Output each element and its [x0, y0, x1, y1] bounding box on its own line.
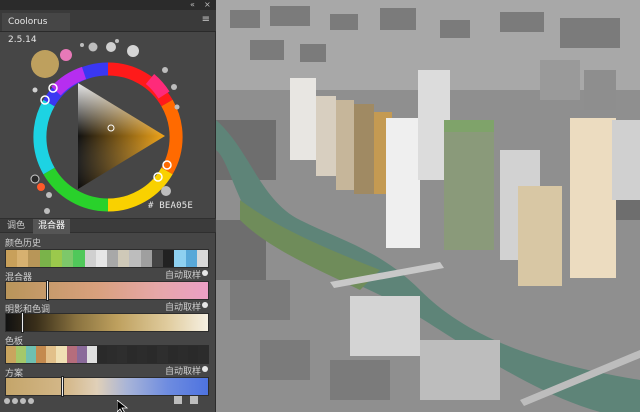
palette-swatch[interactable]: [187, 346, 198, 363]
tab-swatches[interactable]: 调色: [2, 219, 30, 234]
history-swatch[interactable]: [118, 250, 130, 267]
saturation-value-triangle[interactable]: [78, 83, 165, 189]
palette-swatch[interactable]: [16, 346, 27, 363]
mixer-marker[interactable]: [46, 280, 49, 301]
palette-swatch[interactable]: [197, 346, 208, 363]
tab-mixer[interactable]: 混合器: [33, 219, 71, 234]
history-swatch[interactable]: [95, 250, 107, 267]
palette-strip[interactable]: [5, 345, 209, 364]
palette-swatch[interactable]: [36, 346, 47, 363]
palette-swatch[interactable]: [106, 346, 118, 363]
panel-title[interactable]: Coolorus 2.5.14: [2, 13, 70, 45]
palette-swatch[interactable]: [76, 346, 87, 363]
history-swatch[interactable]: [50, 250, 63, 267]
shades-marker[interactable]: [21, 312, 24, 333]
mixer-gradient[interactable]: [5, 281, 209, 300]
history-swatch[interactable]: [174, 250, 186, 267]
dot-icon-1[interactable]: [4, 398, 10, 404]
palette-swatch[interactable]: [6, 346, 17, 363]
palette-swatch[interactable]: [117, 346, 128, 363]
sun-icon: [32, 87, 38, 93]
shades-gradient[interactable]: [5, 313, 209, 332]
history-swatch[interactable]: [196, 250, 208, 267]
panel-menu-icon[interactable]: ≡: [202, 15, 210, 25]
fg-color-icon: [30, 174, 40, 184]
mode-tabs: 调色 混合器: [0, 218, 216, 234]
folder-icon[interactable]: [174, 396, 182, 404]
mode-icons[interactable]: [80, 39, 139, 57]
history-swatch[interactable]: [17, 250, 29, 267]
palette-swatch[interactable]: [66, 346, 77, 363]
color-history-label: 颜色历史: [5, 239, 42, 249]
side-icon-3: [174, 104, 180, 110]
history-swatch[interactable]: [140, 250, 152, 267]
palette-swatch[interactable]: [157, 346, 168, 363]
save-icon[interactable]: [190, 396, 198, 404]
history-swatch[interactable]: [73, 250, 85, 267]
shades-toggle[interactable]: [202, 302, 208, 308]
scheme-toggle[interactable]: [202, 366, 208, 372]
history-swatch[interactable]: [62, 250, 74, 267]
palette-swatch[interactable]: [86, 346, 97, 363]
history-swatch[interactable]: [185, 250, 197, 267]
screen: « × Coolorus 2.5.14 ≡ # BEA05E 调色 混合器 颜色…: [0, 0, 640, 412]
history-swatch[interactable]: [151, 250, 164, 267]
hex-value[interactable]: # BEA05E: [148, 201, 193, 211]
palette-swatch[interactable]: [177, 346, 188, 363]
palette-swatch[interactable]: [127, 346, 138, 363]
mixer-toggle[interactable]: [202, 270, 208, 276]
history-swatch[interactable]: [129, 250, 141, 267]
bottom-dots[interactable]: [4, 397, 36, 407]
lock-icon: [44, 208, 50, 214]
scheme-gradient[interactable]: [5, 377, 209, 396]
collapse-icon[interactable]: «: [190, 0, 195, 10]
dot-icon-3[interactable]: [20, 398, 26, 404]
dot-icon-2[interactable]: [12, 398, 18, 404]
shades-auto-sample[interactable]: 自动取样: [165, 300, 201, 313]
coolorus-panel: « × Coolorus 2.5.14 ≡ # BEA05E 调色 混合器 颜色…: [0, 0, 216, 412]
palette-swatch[interactable]: [96, 346, 107, 363]
palette-swatch[interactable]: [137, 346, 148, 363]
swap-icon: [46, 192, 52, 198]
side-icon-1: [162, 67, 168, 73]
history-swatch[interactable]: [39, 250, 51, 267]
palette-swatch[interactable]: [26, 346, 37, 363]
mixer-auto-sample[interactable]: 自动取样: [165, 268, 201, 281]
panel-tab-header: Coolorus 2.5.14 ≡: [0, 10, 216, 45]
mode-icon-2: [106, 42, 116, 52]
current-color-swatch: [31, 50, 59, 78]
mode-icon-3: [127, 45, 139, 57]
scheme-marker[interactable]: [61, 376, 64, 397]
color-wheel-area: [30, 39, 183, 214]
palette-swatch[interactable]: [46, 346, 57, 363]
history-swatch[interactable]: [163, 250, 175, 267]
palette-swatch[interactable]: [167, 346, 178, 363]
mode-icon-1: [88, 42, 98, 52]
dot-icon-4[interactable]: [28, 398, 34, 404]
color-history-strip[interactable]: [5, 249, 209, 268]
history-swatch[interactable]: [28, 250, 40, 267]
mode-icon-small-1: [80, 43, 84, 47]
side-icon-2: [171, 84, 177, 90]
mode-icon-small-2: [115, 39, 119, 43]
panel-titlebar: « ×: [0, 0, 216, 10]
palette-swatch[interactable]: [147, 346, 158, 363]
side-icon-4: [161, 186, 171, 196]
history-swatch[interactable]: [6, 250, 18, 267]
previous-color-swatch: [60, 49, 72, 61]
history-swatch[interactable]: [84, 250, 96, 267]
mouse-cursor-icon: [117, 400, 129, 412]
history-swatch[interactable]: [106, 250, 119, 267]
palette-swatch[interactable]: [56, 346, 67, 363]
close-icon[interactable]: ×: [204, 0, 211, 10]
scheme-auto-sample[interactable]: 自动取样: [165, 364, 201, 377]
palette-icon: [37, 183, 45, 191]
